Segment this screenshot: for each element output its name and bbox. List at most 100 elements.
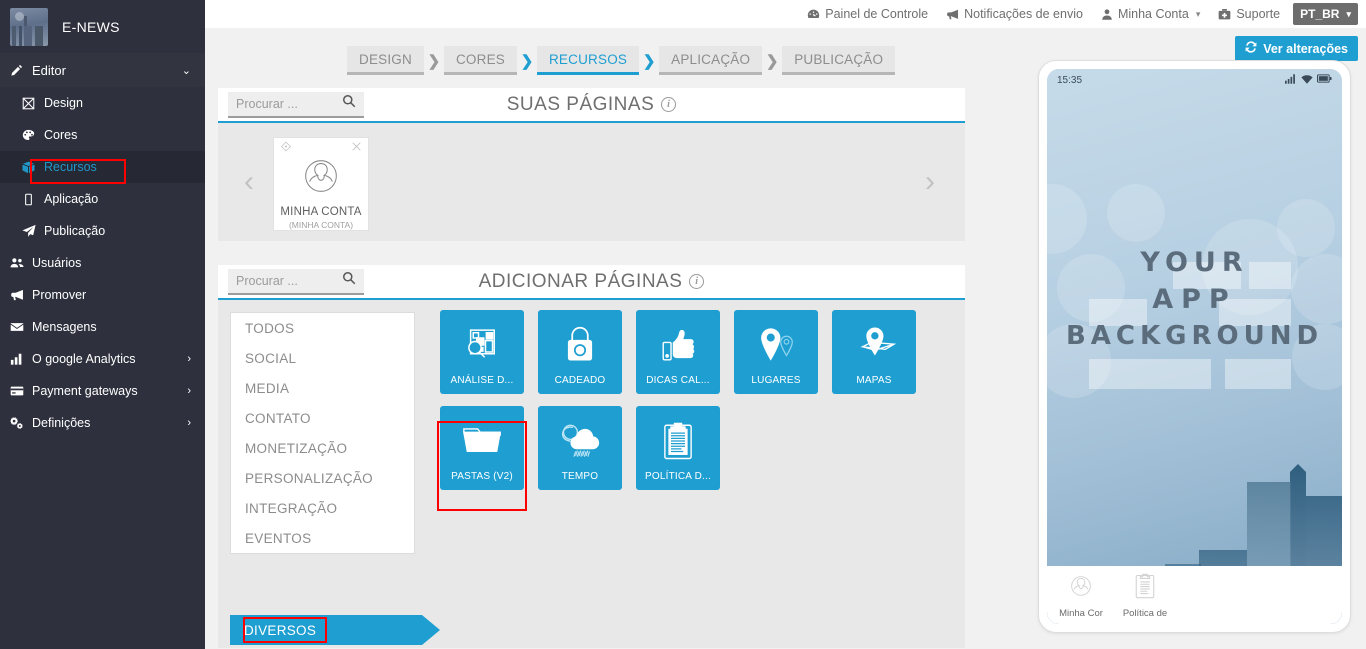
category-item-monetizacao[interactable]: MONETIZAÇÃO <box>231 433 414 463</box>
sidebar-item-recursos-label: Recursos <box>44 160 97 174</box>
bar-chart-icon <box>10 352 32 366</box>
paper-plane-icon <box>22 224 44 238</box>
sidebar: E-NEWS Editor ⌄ Design Cores Recursos Ap… <box>0 0 205 649</box>
category-item-personalizacao[interactable]: PERSONALIZAÇÃO <box>231 463 414 493</box>
chevron-right-icon: › <box>187 385 191 397</box>
gears-icon <box>10 416 32 430</box>
sidebar-item-payment-gateways[interactable]: Payment gateways › <box>0 375 205 407</box>
art-line-3: BACKGROUND <box>1065 320 1324 351</box>
code-diamond-icon[interactable] <box>280 141 292 155</box>
tile-label: PASTAS (V2) <box>451 471 513 482</box>
phone-nav-label: Minha Cor <box>1059 607 1103 619</box>
user-circle-icon <box>1067 572 1095 605</box>
sidebar-item-design-label: Design <box>44 96 83 110</box>
add-pages-search[interactable] <box>228 268 364 295</box>
sidebar-item-cores[interactable]: Cores <box>0 119 205 151</box>
breadcrumb: DESIGN ❯ CORES ❯ RECURSOS ❯ APLICAÇÃO ❯ … <box>347 46 896 75</box>
language-selector-label: PT_BR <box>1300 7 1340 21</box>
map-pin-icon <box>734 318 818 372</box>
category-item-eventos[interactable]: EVENTOS <box>231 523 414 553</box>
pencil-icon <box>10 64 32 77</box>
battery-icon <box>1317 74 1332 86</box>
search-input[interactable] <box>236 273 342 288</box>
phone-status-time: 15:35 <box>1057 74 1083 86</box>
category-item-diversos[interactable]: DIVERSOS <box>230 615 440 645</box>
tile-cadeado[interactable]: CADEADO <box>538 310 622 394</box>
chevron-right-icon: › <box>187 417 191 429</box>
tile-analise[interactable]: ANÁLISE D... <box>440 310 524 394</box>
brand[interactable]: E-NEWS <box>0 0 205 53</box>
topbar-item-painel-de-controle[interactable]: Painel de Controle <box>798 7 937 21</box>
analysis-icon <box>440 318 524 372</box>
tile-label: CADEADO <box>554 375 606 386</box>
refresh-icon <box>1245 41 1257 56</box>
tile-grid: ANÁLISE D... CADEADO DICAS CAL... LUGARE… <box>440 310 960 502</box>
topbar-item-notificacoes-de-envio[interactable]: Notificações de envio <box>937 7 1092 21</box>
carousel-next-button[interactable]: › <box>925 165 935 199</box>
category-item-social[interactable]: SOCIAL <box>231 343 414 373</box>
category-item-media[interactable]: MEDIA <box>231 373 414 403</box>
tile-mapas[interactable]: MAPAS <box>832 310 916 394</box>
breadcrumb-step-aplicacao[interactable]: APLICAÇÃO <box>659 46 763 75</box>
view-changes-button[interactable]: Ver alterações <box>1235 36 1358 61</box>
your-pages-carousel: ‹ › MINHA CONTA (MINHA CONTA) <box>218 123 965 241</box>
sidebar-item-recursos[interactable]: Recursos <box>0 151 205 183</box>
breadcrumb-step-cores[interactable]: CORES <box>443 46 517 75</box>
tile-label: LUGARES <box>751 375 801 386</box>
phone-bottom-nav: Minha Cor Política de <box>1047 566 1342 624</box>
sidebar-item-usuarios[interactable]: Usuários <box>0 247 205 279</box>
sidebar-item-aplicacao[interactable]: Aplicação <box>0 183 205 215</box>
phone-nav-item-politica[interactable]: Política de <box>1117 572 1173 619</box>
box-icon <box>22 161 44 174</box>
app-root: E-NEWS Editor ⌄ Design Cores Recursos Ap… <box>0 0 1366 649</box>
category-item-todos[interactable]: TODOS <box>231 313 414 343</box>
wifi-icon <box>1301 74 1313 87</box>
breadcrumb-step-design[interactable]: DESIGN <box>347 46 424 75</box>
view-changes-row: Ver alterações <box>1235 36 1358 61</box>
language-selector[interactable]: PT_BR ▾ <box>1293 3 1358 25</box>
search-input[interactable] <box>236 96 342 111</box>
sidebar-item-mensagens-label: Mensagens <box>32 320 97 334</box>
tile-politica[interactable]: POLÍTICA D... <box>636 406 720 490</box>
art-line-1: YOUR <box>1140 247 1249 278</box>
phone-nav-item-minha-conta[interactable]: Minha Cor <box>1053 572 1109 619</box>
breadcrumb-step-publicacao[interactable]: PUBLICAÇÃO <box>782 46 896 75</box>
phone-preview: 15:35 YOUR APP BACKGROUND Minha Cor Polí… <box>1038 60 1351 633</box>
topbar-item-minha-conta[interactable]: Minha Conta ▾ <box>1092 7 1209 21</box>
chevron-right-icon: ❯ <box>765 52 779 70</box>
tile-tempo[interactable]: TEMPO <box>538 406 622 490</box>
sidebar-item-aplicacao-label: Aplicação <box>44 192 99 206</box>
sidebar-item-publicacao[interactable]: Publicação <box>0 215 205 247</box>
breadcrumb-step-recursos[interactable]: RECURSOS <box>536 46 640 75</box>
tile-row: ANÁLISE D... CADEADO DICAS CAL... LUGARE… <box>440 310 960 394</box>
view-changes-label: Ver alterações <box>1263 41 1348 56</box>
bokeh-circle <box>1107 184 1165 242</box>
tile-pastas[interactable]: PASTAS (V2) <box>440 406 524 490</box>
sidebar-item-google-analytics[interactable]: O google Analytics › <box>0 343 205 375</box>
tile-lugares[interactable]: LUGARES <box>734 310 818 394</box>
sidebar-item-design[interactable]: Design <box>0 87 205 119</box>
category-item-integracao[interactable]: INTEGRAÇÃO <box>231 493 414 523</box>
chevron-right-icon: ❯ <box>520 52 534 70</box>
tile-dicas[interactable]: DICAS CAL... <box>636 310 720 394</box>
art-line-2: APP <box>1152 284 1237 316</box>
sidebar-item-mensagens[interactable]: Mensagens <box>0 311 205 343</box>
carousel-prev-button[interactable]: ‹ <box>244 165 254 199</box>
tile-label: DICAS CAL... <box>646 375 710 386</box>
page-card-minha-conta[interactable]: MINHA CONTA (MINHA CONTA) <box>273 137 369 231</box>
info-icon[interactable]: i <box>689 274 705 289</box>
chevron-down-icon: ▾ <box>1195 8 1201 19</box>
sidebar-group-editor[interactable]: Editor ⌄ <box>0 53 205 87</box>
info-icon[interactable]: i <box>661 97 677 112</box>
sidebar-item-promover[interactable]: Promover <box>0 279 205 311</box>
search-icon[interactable] <box>342 271 356 290</box>
search-icon[interactable] <box>342 94 356 113</box>
your-pages-search[interactable] <box>228 91 364 118</box>
sidebar-item-definicoes[interactable]: Definições › <box>0 407 205 439</box>
close-icon[interactable] <box>351 141 362 155</box>
tile-label: POLÍTICA D... <box>645 471 711 482</box>
topbar-item-suporte[interactable]: Suporte <box>1209 7 1289 21</box>
tile-label: ANÁLISE D... <box>450 375 514 386</box>
category-item-contato[interactable]: CONTATO <box>231 403 414 433</box>
sidebar-group-editor-label: Editor <box>32 62 66 78</box>
